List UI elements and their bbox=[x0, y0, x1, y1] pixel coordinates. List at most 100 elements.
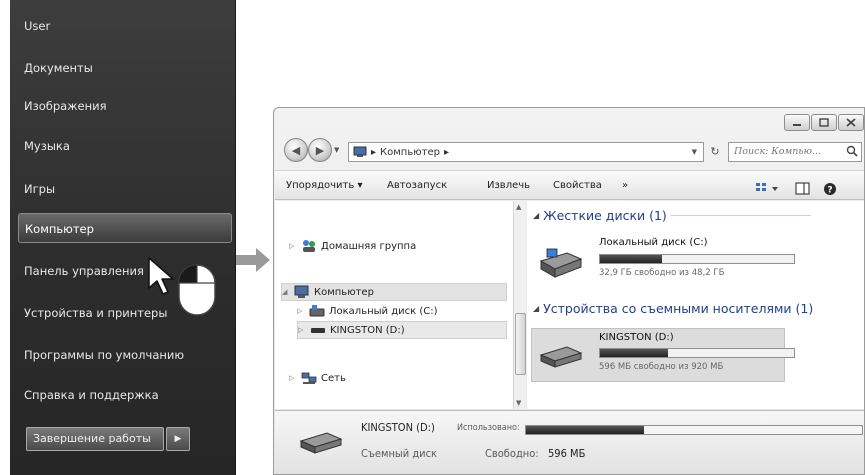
more-commands-button[interactable]: » bbox=[622, 171, 628, 201]
back-arrow-icon: ◀ bbox=[291, 143, 301, 157]
minimize-button[interactable] bbox=[784, 114, 810, 131]
usb-drive-icon bbox=[539, 346, 583, 368]
nav-item-label: Сеть bbox=[321, 372, 346, 384]
right-arrow-icon bbox=[236, 248, 270, 272]
explorer-window: ◀ ▶ ▼ ▸ Компьютер ▸ ▼ ↻ Поиск: Компью...… bbox=[273, 107, 865, 475]
help-icon: ? bbox=[824, 183, 836, 196]
maximize-icon bbox=[819, 118, 829, 127]
collapse-group-icon[interactable]: ◢ bbox=[533, 304, 539, 313]
content-pane: ◢ Жесткие диски (1) Локальный диск (C:) … bbox=[527, 201, 864, 409]
details-used-label: Использовано: bbox=[457, 423, 520, 433]
properties-button[interactable]: Свойства bbox=[553, 171, 602, 201]
address-dropdown-icon[interactable]: ▼ bbox=[692, 148, 697, 156]
start-menu-item-music[interactable]: Музыка bbox=[24, 131, 224, 161]
change-view-button[interactable] bbox=[755, 179, 781, 193]
details-usage-bar bbox=[525, 425, 863, 435]
drive-d-free-space: 596 МБ свободно из 920 МБ bbox=[599, 362, 724, 372]
start-menu-item-user[interactable]: User bbox=[24, 11, 224, 41]
nav-item-label: Локальный диск (C:) bbox=[329, 305, 438, 317]
search-icon bbox=[846, 145, 858, 157]
scroll-up-icon[interactable]: ▲ bbox=[516, 203, 521, 211]
help-button[interactable]: ? bbox=[823, 179, 837, 196]
svg-text:?: ? bbox=[827, 186, 832, 196]
nav-item-network[interactable]: ▷ Сеть bbox=[289, 369, 346, 387]
shutdown-options-button[interactable]: ▶ bbox=[166, 427, 190, 451]
drive-d-usage-bar bbox=[599, 348, 795, 358]
nav-item-label: Компьютер bbox=[314, 286, 374, 298]
address-separator[interactable]: ▸ bbox=[444, 147, 449, 158]
group-header-hard-disks[interactable]: ◢ Жесткие диски (1) bbox=[533, 208, 811, 223]
homegroup-icon bbox=[303, 240, 315, 252]
drive-c-name[interactable]: Локальный диск (C:) bbox=[599, 237, 708, 248]
recent-pages-dropdown[interactable]: ▼ bbox=[334, 146, 339, 154]
nav-item-computer[interactable]: ◢ Компьютер bbox=[281, 283, 507, 301]
start-menu: User Документы Изображения Музыка Игры К… bbox=[10, 0, 236, 475]
search-placeholder: Поиск: Компью... bbox=[734, 146, 821, 157]
preview-pane-button[interactable] bbox=[795, 179, 811, 195]
eject-button[interactable]: Извлечь bbox=[487, 171, 530, 201]
expand-icon[interactable]: ▷ bbox=[297, 307, 305, 315]
expand-icon[interactable]: ▷ bbox=[289, 242, 297, 250]
collapse-group-icon[interactable]: ◢ bbox=[533, 211, 539, 220]
start-menu-item-games[interactable]: Игры bbox=[24, 174, 224, 204]
forward-arrow-icon: ▶ bbox=[315, 143, 325, 157]
hard-drive-icon bbox=[539, 248, 583, 278]
nav-item-label: KINGSTON (D:) bbox=[330, 324, 405, 336]
hard-drive-icon bbox=[309, 305, 325, 317]
minimize-icon bbox=[793, 123, 801, 126]
details-drive-name: KINGSTON (D:) bbox=[361, 421, 435, 434]
navigation-pane-scrollbar[interactable]: ▲ ▼ bbox=[513, 201, 526, 409]
group-header-removable[interactable]: ◢ Устройства со съемными носителями (1) bbox=[533, 301, 813, 316]
start-menu-item-computer[interactable]: Компьютер bbox=[18, 213, 232, 243]
preview-pane-icon bbox=[795, 182, 810, 195]
nav-item-kingston-d[interactable]: ▷ KINGSTON (D:) bbox=[297, 321, 507, 339]
mouse-left-click-icon bbox=[178, 264, 216, 316]
back-button[interactable]: ◀ bbox=[284, 138, 308, 162]
start-menu-item-documents[interactable]: Документы bbox=[24, 53, 224, 83]
group-header-label: Жесткие диски (1) bbox=[543, 208, 667, 223]
shutdown-button[interactable]: Завершение работы bbox=[26, 427, 164, 451]
usb-drive-icon bbox=[311, 328, 325, 333]
expand-icon[interactable]: ▷ bbox=[298, 326, 306, 334]
details-free-label: Свободно: bbox=[485, 447, 539, 460]
computer-icon bbox=[294, 285, 309, 298]
drive-c-free-space: 32,9 ГБ свободно из 48,2 ГБ bbox=[599, 268, 725, 278]
scroll-down-icon[interactable]: ▼ bbox=[516, 399, 521, 407]
usb-drive-large-icon bbox=[299, 432, 343, 454]
close-button[interactable] bbox=[838, 114, 864, 131]
search-input[interactable]: Поиск: Компью... bbox=[728, 142, 862, 162]
details-usage-fill bbox=[526, 426, 644, 434]
command-bar: Упорядочить ▾ Автозапуск Извлечь Свойств… bbox=[275, 170, 864, 200]
network-icon bbox=[301, 372, 317, 384]
address-separator: ▸ bbox=[371, 146, 377, 158]
refresh-icon: ↻ bbox=[710, 145, 720, 158]
drive-d-name[interactable]: KINGSTON (D:) bbox=[599, 332, 674, 343]
maximize-button[interactable] bbox=[811, 114, 837, 131]
collapse-icon[interactable]: ◢ bbox=[282, 288, 290, 296]
nav-item-label: Домашняя группа bbox=[321, 240, 417, 252]
close-icon bbox=[846, 118, 856, 127]
scrollbar-thumb[interactable] bbox=[515, 313, 526, 375]
expand-icon[interactable]: ▷ bbox=[289, 374, 297, 382]
start-menu-item-pictures[interactable]: Изображения bbox=[24, 91, 224, 121]
start-menu-item-default-programs[interactable]: Программы по умолчанию bbox=[24, 340, 224, 370]
start-menu-item-help-support[interactable]: Справка и поддержка bbox=[24, 380, 224, 410]
address-crumb-computer[interactable]: Компьютер bbox=[380, 147, 440, 158]
drive-c-usage-bar bbox=[599, 254, 795, 264]
window-controls bbox=[784, 114, 864, 131]
group-header-label: Устройства со съемными носителями (1) bbox=[543, 301, 814, 316]
nav-item-homegroup[interactable]: ▷ Домашняя группа bbox=[289, 237, 416, 255]
refresh-button[interactable]: ↻ bbox=[706, 142, 724, 162]
details-drive-type: Съемный диск bbox=[361, 447, 438, 460]
view-options-icon bbox=[756, 183, 778, 191]
address-bar[interactable]: ▸ Компьютер ▸ ▼ bbox=[348, 142, 704, 162]
forward-button[interactable]: ▶ bbox=[308, 138, 332, 162]
shutdown-group: Завершение работы ▶ bbox=[26, 427, 190, 451]
drive-d-usage-fill bbox=[600, 349, 668, 357]
organize-button[interactable]: Упорядочить ▾ bbox=[286, 171, 362, 201]
nav-item-local-disk-c[interactable]: ▷ Локальный диск (C:) bbox=[297, 302, 438, 320]
drive-c-usage-fill bbox=[600, 255, 663, 263]
computer-icon bbox=[353, 146, 367, 157]
autoplay-button[interactable]: Автозапуск bbox=[387, 171, 447, 201]
details-free-value: 596 МБ bbox=[548, 447, 586, 460]
